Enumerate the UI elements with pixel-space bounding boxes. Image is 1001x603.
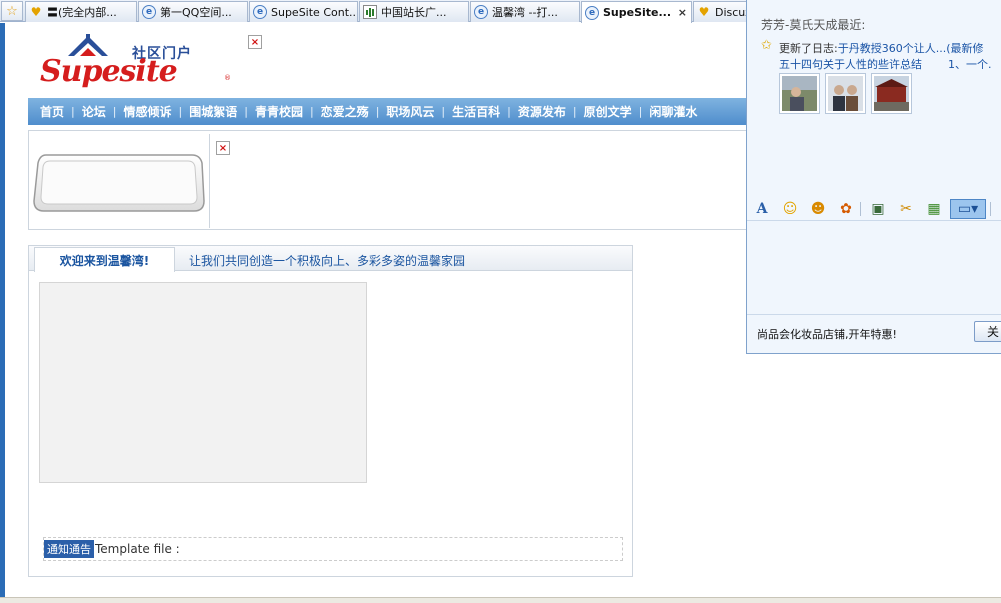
browser-tab[interactable]: e SupeSite Cont...	[249, 1, 358, 22]
status-bar	[0, 597, 1001, 603]
ie-page-icon: e	[142, 5, 156, 19]
welcome-panel: 欢迎来到温馨湾! 让我们共同创造一个积极向上、多彩多姿的温馨家园 通知通告 Te…	[28, 245, 633, 577]
nav-item-chat[interactable]: 闲聊灌水	[649, 103, 697, 120]
screen-capture-icon[interactable]: ▭▾	[950, 199, 986, 219]
ie-page-icon: e	[253, 5, 267, 19]
page-left-rail	[0, 23, 5, 598]
sticker-icon[interactable]: ✿	[836, 199, 856, 219]
nav-item-campus[interactable]: 青青校园	[255, 103, 303, 120]
nav-item-marriage[interactable]: 围城絮语	[189, 103, 237, 120]
toolbar-separator	[860, 202, 861, 216]
nav-separator: |	[309, 105, 314, 118]
tab-welcome[interactable]: 欢迎来到温馨湾!	[34, 247, 175, 272]
chart-icon	[363, 5, 377, 19]
browser-tab[interactable]: e 第一QQ空间...	[138, 1, 248, 22]
nav-separator: |	[572, 105, 577, 118]
photo-thumbnail[interactable]	[825, 73, 866, 114]
font-icon[interactable]: A	[752, 199, 772, 219]
nav-item-literature[interactable]: 原创文学	[584, 103, 632, 120]
registered-mark: ®	[224, 74, 231, 82]
browser-tab[interactable]: ♥ Discuz	[693, 1, 753, 22]
notice-badge[interactable]: 通知通告	[44, 540, 94, 558]
browser-tab-label: SupeSite...	[603, 6, 672, 19]
broken-image-icon: ×	[216, 141, 230, 155]
browser-tab-label: 中国站长广...	[381, 6, 447, 19]
banner-divider	[209, 134, 210, 228]
nav-separator: |	[441, 105, 446, 118]
photo-image	[828, 76, 863, 111]
favorites-star-icon[interactable]: ☆	[1, 1, 23, 21]
browser-tab[interactable]: e 温馨湾 --打...	[470, 1, 580, 22]
photo-thumbnail[interactable]	[779, 73, 820, 114]
browser-tab-label: SupeSite Cont...	[271, 5, 357, 19]
browser-tab[interactable]: ♥ 〓(完全内部...	[25, 1, 137, 22]
blog-article-link[interactable]: 五十四句关于人性的些许总结	[779, 58, 922, 71]
browser-tab-label: 温馨湾 --打...	[492, 6, 558, 19]
browser-tab[interactable]: 中国站长广...	[359, 1, 469, 22]
emotion-icon[interactable]: ☻	[808, 199, 828, 219]
chat-toolbar: A ☺ ☻ ✿ ▣ ✂ ▦ ▭▾	[747, 197, 1001, 221]
tablet-device-image[interactable]	[32, 151, 206, 215]
nav-item-home[interactable]: 首页	[40, 103, 64, 120]
blog-update-line: 更新了日志:于丹教授360个让人...(最新修	[779, 40, 984, 56]
ad-link[interactable]: 尚品会化妆品店铺,开年特惠!	[757, 326, 897, 342]
blog-article-snippet[interactable]: 1、一个.	[948, 58, 992, 71]
nav-item-life[interactable]: 生活百科	[452, 103, 500, 120]
nav-item-resources[interactable]: 资源发布	[518, 103, 566, 120]
panel-slogan: 让我们共同创造一个积极向上、多彩多姿的温馨家园	[189, 254, 466, 268]
contact-recent-title: 芳芳-莫氏天成最近:	[761, 18, 866, 32]
logo-brand-text: Supesite	[40, 54, 178, 89]
nav-separator: |	[71, 105, 75, 118]
chat-input-area[interactable]	[747, 222, 1001, 314]
ie-page-icon: e	[585, 5, 599, 20]
scissors-icon[interactable]: ✂	[896, 199, 916, 219]
photo-image	[874, 76, 909, 111]
banner-area	[28, 130, 748, 230]
photo-thumbnail[interactable]	[871, 73, 912, 114]
browser-tab-label: 〓(完全内部...	[47, 6, 117, 19]
nav-item-emotion[interactable]: 情感倾诉	[123, 103, 171, 120]
nav-separator: |	[178, 105, 183, 118]
notice-bar: 通知通告 Template file :	[43, 537, 623, 561]
update-prefix: 更新了日志:	[779, 42, 838, 55]
qq-chat-window: 芳芳-莫氏天成最近: ✩ 更新了日志:于丹教授360个让人...(最新修 五十四…	[746, 0, 1001, 354]
blog-update-line-2: 五十四句关于人性的些许总结 1、一个.	[779, 56, 992, 72]
close-tab-icon[interactable]: ×	[678, 6, 687, 19]
photo-image	[782, 76, 817, 111]
browser-tab-label: 第一QQ空间...	[160, 6, 232, 19]
nav-separator: |	[638, 105, 643, 118]
nav-separator: |	[507, 105, 511, 118]
image-icon[interactable]: ▣	[868, 199, 888, 219]
ie-page-icon: e	[474, 5, 488, 19]
main-nav: 首页 | 论坛 | 情感倾诉 | 围城絮语 | 青青校园 | 恋爱之殇 | 职场…	[28, 98, 748, 125]
close-button[interactable]: 关	[974, 321, 1001, 342]
gift-icon[interactable]: ▦	[924, 199, 944, 219]
nav-item-career[interactable]: 职场风云	[386, 103, 434, 120]
broken-image-icon: ×	[248, 35, 262, 49]
nav-separator: |	[375, 105, 380, 118]
supesite-logo[interactable]: 社区门户 Supesite ®	[38, 30, 238, 90]
chat-bubble-icon: ♥	[30, 5, 42, 19]
nav-item-forum[interactable]: 论坛	[82, 103, 106, 120]
slideshow-image-placeholder[interactable]	[39, 282, 367, 483]
star-icon: ✩	[761, 38, 772, 53]
notice-text: Template file :	[95, 542, 180, 556]
nav-separator: |	[244, 105, 248, 118]
nav-separator: |	[112, 105, 117, 118]
toolbar-separator	[990, 202, 991, 216]
blog-update-link[interactable]: 于丹教授360个让人...(最新修	[838, 42, 984, 55]
panel-tab-strip: 欢迎来到温馨湾! 让我们共同创造一个积极向上、多彩多姿的温馨家园	[29, 246, 632, 272]
chat-bubble-icon: ♥	[698, 5, 710, 19]
chat-footer: 尚品会化妆品店铺,开年特惠! 关	[747, 314, 1001, 354]
smiley-icon[interactable]: ☺	[780, 199, 800, 219]
browser-tab-active[interactable]: e SupeSite... ×	[581, 1, 692, 23]
nav-item-romance[interactable]: 恋爱之殇	[321, 103, 369, 120]
